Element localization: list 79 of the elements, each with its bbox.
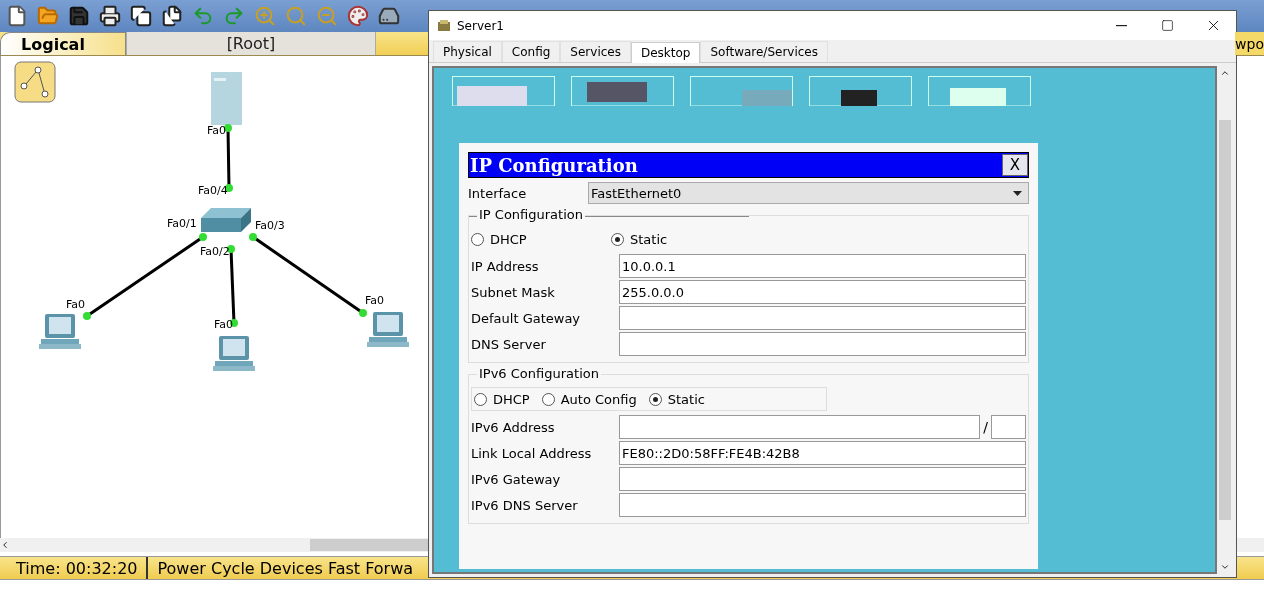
prefix-separator: / [983, 419, 988, 435]
input-field[interactable]: FE80::2D0:58FF:FE4B:42B8 [619, 441, 1026, 465]
palette-icon[interactable] [347, 5, 369, 27]
scroll-up-icon[interactable] [1220, 68, 1230, 78]
computer-icon[interactable] [367, 312, 409, 347]
copy-icon[interactable] [130, 5, 152, 27]
new-file-icon[interactable] [6, 5, 28, 27]
field-label: DNS Server [471, 336, 547, 352]
link-light [224, 124, 232, 132]
status-actions[interactable]: Power Cycle Devices Fast Forwa [147, 557, 414, 579]
group-label: IPv6 Configuration [477, 366, 601, 381]
breadcrumb[interactable]: [Root] [126, 32, 376, 55]
tab[interactable]: Services [560, 41, 631, 62]
tab[interactable]: Config [501, 41, 561, 62]
computer-icon[interactable] [39, 314, 81, 349]
save-icon[interactable] [68, 5, 90, 27]
port-label: Fa0/1 [167, 217, 197, 230]
caret-icon [1013, 190, 1022, 196]
scroll-down-icon[interactable] [1220, 562, 1230, 572]
field-label: IPv6 Gateway [471, 471, 562, 487]
input-field[interactable] [619, 467, 1026, 491]
input-field[interactable]: 255.0.0.0 [619, 280, 1026, 304]
input-field[interactable] [619, 332, 1026, 356]
field-label: IPv6 Address [471, 419, 556, 435]
zoom-out-icon[interactable] [316, 5, 338, 27]
radio-option[interactable]: DHCP [474, 391, 530, 407]
prefix-field[interactable] [991, 415, 1026, 439]
field-label: Default Gateway [471, 310, 582, 326]
logical-view-icon[interactable] [14, 61, 56, 103]
interface-dropdown[interactable]: FastEthernet0 [588, 182, 1029, 204]
link-light [227, 245, 235, 253]
input-field[interactable] [619, 415, 981, 439]
port-label: Fa0/4 [198, 184, 228, 197]
tab[interactable]: Desktop [630, 42, 701, 63]
port-label: Fa0 [207, 124, 227, 137]
radio-option[interactable]: Auto Config [541, 391, 637, 407]
field-label: Interface [468, 185, 528, 201]
radio-option[interactable]: DHCP [471, 231, 611, 247]
scroll-left-icon[interactable] [0, 540, 10, 550]
viewport-label[interactable]: wpo [1235, 32, 1264, 55]
link-light [359, 309, 367, 317]
computer-icon[interactable] [213, 336, 255, 371]
switch-icon[interactable] [201, 208, 251, 232]
input-field[interactable]: 10.0.0.1 [619, 254, 1026, 278]
port-label: Fa0/3 [255, 219, 285, 232]
tab[interactable]: Software/Services [700, 41, 828, 62]
radio-option[interactable]: Static [648, 391, 705, 407]
link-light [225, 184, 233, 192]
time-display: Time: 00:32:20 [0, 557, 148, 579]
field-label: Link Local Address [471, 445, 593, 461]
workspace-tab[interactable]: Logical [0, 32, 126, 55]
printer-icon[interactable] [99, 5, 121, 27]
window-title: Server1 [457, 18, 504, 33]
input-field[interactable] [619, 306, 1026, 330]
minimize-icon [1115, 24, 1127, 27]
group-label: IP Configuration [477, 207, 585, 222]
folder-icon[interactable] [37, 5, 59, 27]
field-label: IPv6 DNS Server [471, 497, 579, 513]
maximize-icon [1160, 19, 1174, 32]
desktop-app-icon[interactable] [571, 76, 674, 106]
close-button[interactable]: X [1002, 154, 1028, 176]
port-label: Fa0 [214, 318, 234, 331]
link-light [199, 233, 207, 241]
field-label: Subnet Mask [471, 284, 556, 300]
link-light [249, 233, 257, 241]
server-app-icon [437, 18, 451, 33]
files-icon[interactable] [161, 5, 183, 27]
desktop-app-icon[interactable] [809, 76, 912, 106]
device-icon[interactable] [378, 5, 400, 27]
port-label: Fa0/2 [200, 245, 230, 258]
port-label: Fa0 [66, 298, 86, 311]
input-field[interactable] [619, 493, 1026, 517]
zoom-in-icon[interactable] [254, 5, 276, 27]
field-label: IP Address [471, 258, 540, 274]
tab[interactable]: Physical [433, 41, 502, 62]
radio-option[interactable]: Static [611, 231, 731, 247]
link-light [83, 312, 91, 320]
dialog-title: IP Configuration [469, 154, 638, 176]
port-label: Fa0 [365, 294, 385, 307]
